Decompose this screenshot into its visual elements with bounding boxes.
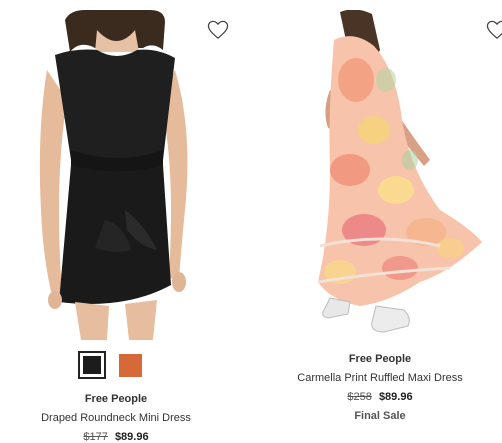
product-name-link[interactable]: Carmella Print Ruffled Maxi Dress xyxy=(258,372,502,384)
favorite-button[interactable] xyxy=(486,20,502,40)
black-mini-dress-image xyxy=(39,10,188,340)
heart-outline-icon xyxy=(486,20,502,40)
floral-maxi-dress-image xyxy=(317,9,482,333)
price-row: $258 $89.96 xyxy=(258,391,502,403)
sale-price: $89.96 xyxy=(378,391,413,403)
favorite-button[interactable] xyxy=(207,20,229,40)
swatch-chip xyxy=(83,356,101,374)
product-card: Free People Carmella Print Ruffled Maxi … xyxy=(258,0,502,442)
product-brand: Free People xyxy=(84,393,148,405)
original-price: $177 xyxy=(83,431,108,443)
price-row: $177 $89.96 xyxy=(0,431,232,443)
product-image[interactable] xyxy=(35,10,200,340)
sale-price: $89.96 xyxy=(114,431,149,443)
product-image[interactable] xyxy=(300,9,485,335)
original-price: $258 xyxy=(347,391,372,403)
swatch-black-selected[interactable] xyxy=(78,351,106,379)
product-card: Free People Draped Roundneck Mini Dress … xyxy=(0,0,232,443)
product-name-link[interactable]: Draped Roundneck Mini Dress xyxy=(0,412,232,424)
final-sale-label: Final Sale xyxy=(354,410,406,422)
swatch-orange[interactable] xyxy=(119,354,142,377)
heart-outline-icon xyxy=(207,20,229,40)
product-brand: Free People xyxy=(348,353,412,365)
